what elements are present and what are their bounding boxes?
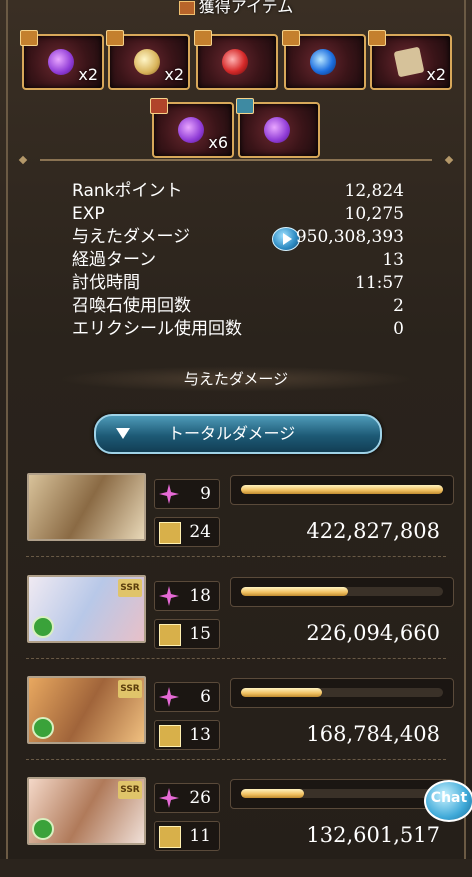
- damage-bar: [230, 779, 454, 809]
- ca-count-box: 11: [154, 821, 220, 851]
- star-attack-icon: [159, 586, 179, 606]
- stat-exp: EXP 10,275: [72, 204, 404, 224]
- dropdown-arrow-icon: [116, 428, 130, 439]
- item-count: x2: [78, 65, 98, 84]
- character-row: SSR 18 15 226,094,660: [0, 575, 472, 675]
- item-slot[interactable]: x2: [368, 30, 452, 90]
- wind-element-icon: [32, 717, 54, 739]
- purple-flame-item-icon: [264, 117, 290, 143]
- chest-icon: [178, 0, 195, 15]
- star-attack-icon: [159, 484, 179, 504]
- stat-summons-used: 召喚石使用回数 2: [72, 296, 404, 316]
- ca-count-box: 13: [154, 720, 220, 750]
- attack-count-box: 26: [154, 783, 220, 813]
- gold-crystal-item-icon: [134, 49, 160, 75]
- character-damage: 132,601,517: [306, 823, 440, 847]
- scroll-item-icon: [393, 46, 425, 78]
- character-row: SSR 26 11 132,601,517: [0, 777, 472, 877]
- chat-button[interactable]: Chat: [424, 780, 472, 822]
- character-damage: 422,827,808: [306, 519, 440, 543]
- obtained-items-title: 獲得アイテム: [198, 0, 294, 16]
- character-portrait[interactable]: [27, 473, 146, 541]
- item-slot[interactable]: x6: [150, 98, 234, 158]
- character-portrait[interactable]: SSR: [27, 777, 146, 845]
- chest-badge-icon: [368, 30, 386, 46]
- purple-flame-item-icon: [48, 49, 74, 75]
- item-slot[interactable]: [194, 30, 278, 90]
- charge-attack-icon: [159, 624, 181, 646]
- star-attack-icon: [159, 687, 179, 707]
- damage-bar-fill: [241, 485, 443, 494]
- obtained-items-header: 獲得アイテム: [120, 0, 352, 16]
- chest-badge-icon: [20, 30, 38, 46]
- ssr-badge: SSR: [118, 579, 142, 597]
- stat-damage-dealt: 与えたダメージ 950,308,393: [72, 226, 404, 251]
- chest-badge-icon: [106, 30, 124, 46]
- battle-stats: Rankポイント 12,824 EXP 10,275 与えたダメージ 950,308,…: [72, 180, 404, 341]
- red-orb-item-icon: [222, 49, 248, 75]
- star-attack-icon: [159, 788, 179, 808]
- chest-badge-icon: [194, 30, 212, 46]
- ornamental-divider: [18, 155, 454, 165]
- item-slot[interactable]: [236, 98, 320, 158]
- item-count: x6: [208, 133, 228, 152]
- damage-bar: [230, 577, 454, 607]
- purple-flame-item-icon: [178, 117, 204, 143]
- charge-attack-icon: [159, 725, 181, 747]
- attack-count-box: 18: [154, 581, 220, 611]
- dropdown-label: トータルダメージ: [168, 424, 296, 443]
- character-damage: 226,094,660: [306, 621, 440, 645]
- stat-time: 討伐時間 11:57: [72, 273, 404, 293]
- charge-attack-icon: [159, 826, 181, 848]
- attack-count-box: 6: [154, 682, 220, 712]
- damage-bar-fill: [241, 688, 322, 697]
- chest-badge-icon: [282, 30, 300, 46]
- ca-count-box: 15: [154, 619, 220, 649]
- stat-elixirs-used: エリクシール使用回数 0: [72, 319, 404, 339]
- character-row: 9 24 422,827,808: [0, 473, 472, 573]
- damage-bar-fill: [241, 789, 304, 798]
- damage-bar-fill: [241, 587, 349, 596]
- wind-element-icon: [32, 616, 54, 638]
- red-chest-badge-icon: [150, 98, 168, 114]
- charge-attack-icon: [159, 522, 181, 544]
- ssr-badge: SSR: [118, 781, 142, 799]
- item-count: x2: [426, 65, 446, 84]
- stat-rank-points: Rankポイント 12,824: [72, 181, 404, 201]
- item-slot[interactable]: x2: [20, 30, 104, 90]
- ssr-badge: SSR: [118, 680, 142, 698]
- item-slot[interactable]: [282, 30, 366, 90]
- stat-turns: 経過ターン 13: [72, 250, 404, 270]
- damage-section-title: 与えたダメージ: [56, 366, 416, 392]
- blue-chest-badge-icon: [236, 98, 254, 114]
- ca-count-box: 24: [154, 517, 220, 547]
- item-count: x2: [164, 65, 184, 84]
- damage-bar: [230, 475, 454, 505]
- damage-bar: [230, 678, 454, 708]
- character-damage: 168,784,408: [306, 722, 440, 746]
- character-portrait[interactable]: SSR: [27, 575, 146, 643]
- wind-element-icon: [32, 818, 54, 840]
- attack-count-box: 9: [154, 479, 220, 509]
- character-row: SSR 6 13 168,784,408: [0, 676, 472, 776]
- damage-type-dropdown[interactable]: トータルダメージ: [94, 414, 382, 454]
- character-portrait[interactable]: SSR: [27, 676, 146, 744]
- item-slot[interactable]: x2: [106, 30, 190, 90]
- blue-orb-item-icon: [310, 49, 336, 75]
